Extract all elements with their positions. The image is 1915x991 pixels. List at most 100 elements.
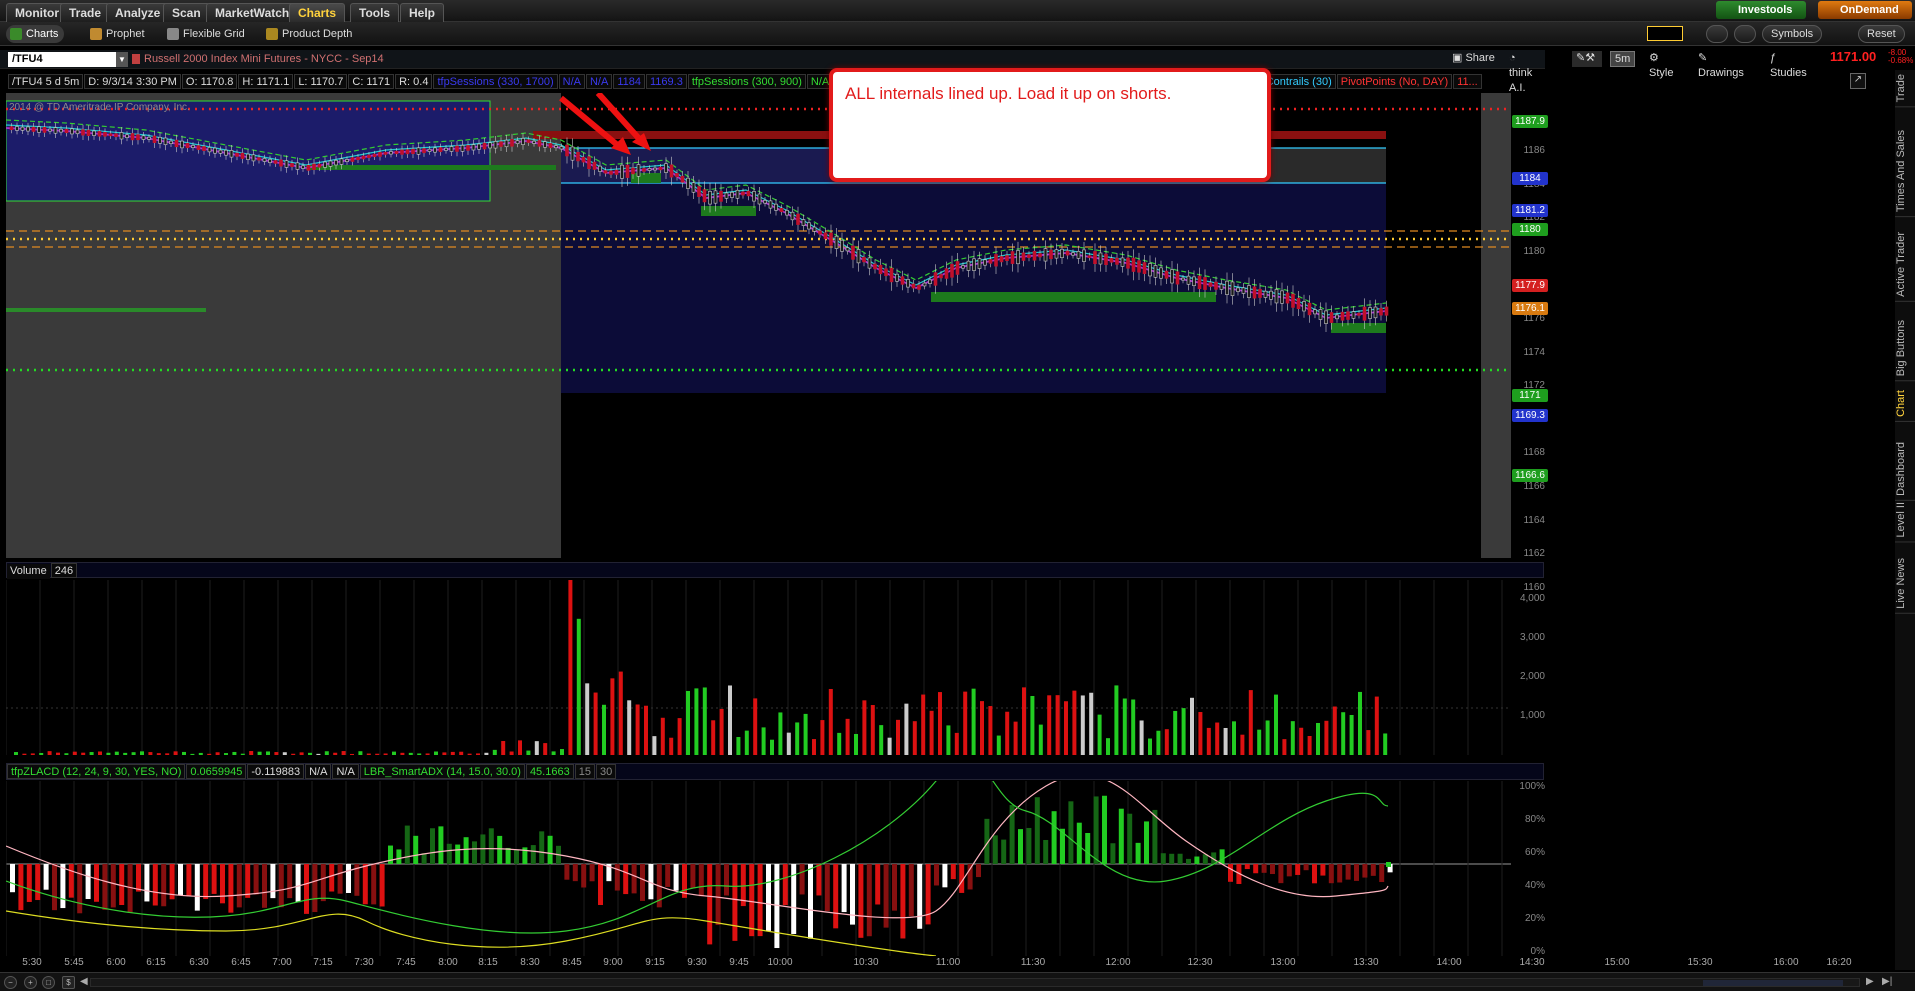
candle-body: [1120, 257, 1125, 267]
candle-body: [752, 191, 756, 202]
symbol-input[interactable]: /TFU4: [8, 52, 118, 67]
volume-bar: [996, 735, 1001, 755]
style-button[interactable]: ⚙ Style: [1645, 51, 1677, 79]
think-ai-button[interactable]: ◔ think A.I.: [1505, 51, 1545, 94]
scroll-end-icon[interactable]: ▶|: [1882, 976, 1892, 987]
zoom-out-icon[interactable]: −: [4, 976, 17, 989]
price-chart-pane[interactable]: [6, 93, 1511, 558]
symbols-button[interactable]: Symbols: [1762, 25, 1823, 43]
candle-body: [713, 190, 718, 204]
studies-button[interactable]: ƒ Studies: [1766, 51, 1811, 79]
candle-body: [1214, 281, 1218, 290]
right-tab-big-buttons[interactable]: Big Buttons: [1895, 316, 1915, 382]
volume-bar: [1139, 720, 1144, 755]
timeframe-button[interactable]: 5m: [1610, 51, 1636, 67]
indicator-axis: 100% 80% 60% 40% 20% 0%: [1511, 781, 1549, 957]
candle-body: [977, 258, 982, 269]
tab-charts[interactable]: Charts: [289, 3, 346, 22]
investools-button[interactable]: Investools: [1716, 1, 1806, 19]
subtab-prophet[interactable]: Prophet: [86, 25, 151, 43]
candle-body: [279, 159, 283, 167]
tab-tools[interactable]: Tools: [350, 3, 400, 22]
time-scrollbar[interactable]: [90, 978, 1860, 987]
right-tab-active-trader[interactable]: Active Trader: [1895, 228, 1915, 302]
tab-scan[interactable]: Scan: [163, 3, 210, 22]
currency-icon[interactable]: $: [62, 976, 75, 989]
study-value: C: 1171: [348, 74, 395, 89]
volume-bar: [392, 751, 396, 755]
histogram-bar: [581, 864, 587, 888]
drawings-button[interactable]: ✎ Drawings: [1694, 51, 1748, 79]
symbol-dropdown-icon[interactable]: ▼: [116, 52, 128, 67]
right-tab-dashboard[interactable]: Dashboard: [1895, 438, 1915, 501]
subtab-prophet-label: Prophet: [106, 28, 145, 40]
volume-chart-svg: [6, 580, 1511, 755]
volume-bar: [1173, 710, 1178, 755]
volume-bar: [366, 753, 371, 755]
tab-trade[interactable]: Trade: [60, 3, 111, 22]
volume-bar: [1156, 730, 1161, 755]
volume-bar: [350, 753, 354, 755]
right-tab-level-ii[interactable]: Level II: [1895, 498, 1915, 543]
right-tab-live-news[interactable]: Live News: [1895, 554, 1915, 614]
volume-bar: [131, 752, 136, 755]
histogram-bar: [152, 864, 158, 906]
right-tab-times-and-sales[interactable]: Times And Sales: [1895, 126, 1915, 218]
volume-bar: [266, 751, 270, 755]
histogram-bar: [1144, 821, 1149, 864]
study-value: /TFU4 5 d 5m: [8, 74, 84, 89]
drawing-tool-icon[interactable]: ↗: [1850, 73, 1866, 89]
volume-bar: [215, 752, 220, 755]
symbol-link-icon[interactable]: [132, 54, 140, 64]
volume-bar: [1215, 722, 1220, 755]
indicator-pane[interactable]: [6, 781, 1511, 956]
candle-body: [702, 189, 707, 203]
reset-button[interactable]: Reset: [1858, 25, 1905, 43]
volume-bar: [828, 688, 833, 755]
volume-bar: [291, 753, 296, 755]
prophet-icon: [90, 28, 102, 40]
tab-monitor[interactable]: Monitor: [6, 3, 68, 22]
time-tick: 16:20: [1826, 957, 1852, 968]
time-scrollbar-thumb[interactable]: [1703, 980, 1843, 986]
zoom-fit-icon[interactable]: □: [42, 976, 55, 989]
ondemand-button[interactable]: OnDemand: [1818, 1, 1912, 19]
histogram-bar: [287, 864, 293, 899]
candle-body: [856, 249, 861, 264]
volume-bar: [1324, 720, 1329, 755]
volume-bar: [719, 708, 724, 755]
candle-body: [1329, 312, 1334, 323]
study-value: tfpSessions (300, 900): [687, 74, 806, 89]
layout-selector[interactable]: [1647, 26, 1683, 41]
volume-bar: [450, 751, 455, 755]
tab-analyze[interactable]: Analyze: [106, 3, 170, 22]
zoom-in-icon[interactable]: +: [24, 976, 37, 989]
candle-body: [1307, 302, 1312, 316]
candle-body: [1324, 310, 1328, 324]
right-tab-trade[interactable]: Trade: [1895, 70, 1915, 108]
scroll-left-icon[interactable]: ◀: [80, 976, 88, 987]
candle-body: [900, 276, 905, 285]
tools-icon[interactable]: ✎⚒: [1572, 51, 1602, 67]
candle-body: [180, 140, 184, 149]
tab-help[interactable]: Help: [400, 3, 445, 22]
volume-bar: [114, 751, 119, 755]
histogram-bar: [1270, 864, 1275, 875]
candle-body: [1274, 289, 1279, 304]
alert-icon[interactable]: [1706, 25, 1728, 43]
subtab-flexible-grid[interactable]: Flexible Grid: [163, 25, 251, 43]
candle-body: [504, 139, 509, 148]
share-button[interactable]: ▣ Share: [1448, 51, 1499, 67]
volume-pane[interactable]: [6, 580, 1511, 755]
subtab-charts[interactable]: Charts: [6, 25, 65, 43]
scroll-right-icon[interactable]: ▶: [1866, 976, 1874, 987]
candle-body: [15, 126, 19, 131]
histogram-bar: [295, 864, 301, 903]
link-icon[interactable]: [1734, 25, 1756, 43]
subtab-product-depth[interactable]: Product Depth: [262, 25, 358, 43]
volume-tick: 3,000: [1519, 632, 1545, 643]
candle-body: [1098, 252, 1103, 265]
right-tab-chart[interactable]: Chart: [1895, 386, 1915, 422]
tab-marketwatch[interactable]: MarketWatch: [206, 3, 299, 22]
candle-body: [1203, 277, 1207, 290]
